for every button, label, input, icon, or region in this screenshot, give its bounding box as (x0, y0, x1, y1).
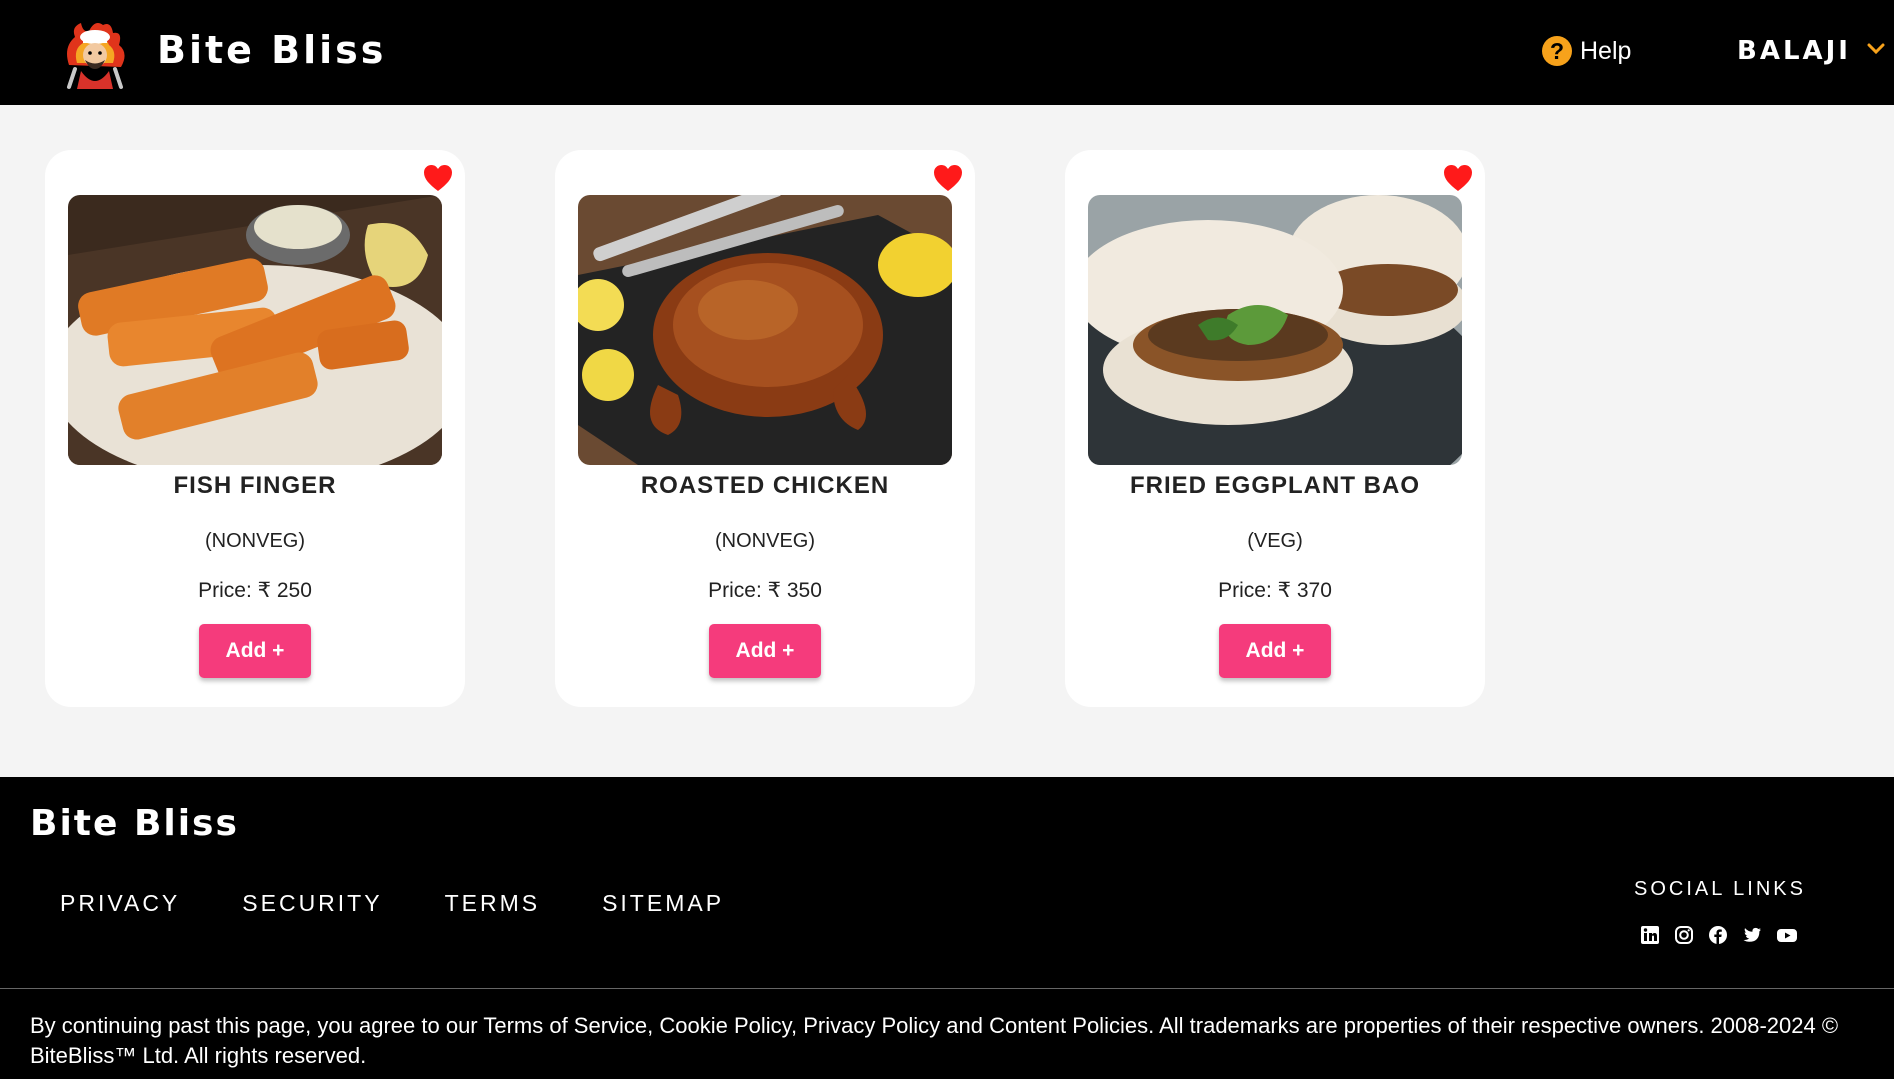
facebook-icon[interactable] (1708, 925, 1728, 945)
brand-name[interactable]: Bite Bliss (157, 28, 386, 72)
social-links-title: SOCIAL LINKS (1634, 878, 1806, 900)
footer-link-terms[interactable]: TERMS (445, 890, 541, 917)
product-name: ROASTED CHICKEN (640, 472, 890, 499)
user-menu[interactable]: BALAJI (1737, 36, 1885, 66)
heart-icon[interactable] (933, 164, 963, 192)
user-name: BALAJI (1737, 36, 1851, 66)
product-card: FISH FINGER (NONVEG) Price: ₹ 250 Add + (45, 150, 465, 707)
product-price: Price: ₹ 250 (198, 579, 312, 602)
footer-link-security[interactable]: SECURITY (242, 890, 382, 917)
footer: Bite Bliss PRIVACY SECURITY TERMS SITEMA… (0, 777, 1894, 1079)
linkedin-icon[interactable] (1640, 925, 1660, 945)
help-icon: ? (1542, 36, 1572, 66)
product-card: ROASTED CHICKEN (NONVEG) Price: ₹ 350 Ad… (555, 150, 975, 707)
product-card: FRIED EGGPLANT BAO (VEG) Price: ₹ 370 Ad… (1065, 150, 1485, 707)
product-type: (VEG) (1247, 530, 1303, 552)
youtube-icon[interactable] (1776, 925, 1797, 945)
footer-nav: PRIVACY SECURITY TERMS SITEMAP (60, 890, 724, 917)
legal-notice: By continuing past this page, you agree … (30, 1013, 1839, 1068)
heart-icon[interactable] (423, 164, 453, 192)
eggplant-bao-image (1088, 195, 1462, 465)
fish-finger-image (68, 195, 442, 465)
chevron-down-icon (1867, 42, 1885, 60)
product-price: Price: ₹ 350 (708, 579, 822, 602)
heart-icon[interactable] (1443, 164, 1473, 192)
add-to-cart-button[interactable]: Add + (709, 624, 821, 678)
product-type: (NONVEG) (715, 530, 815, 552)
help-label: Help (1580, 36, 1632, 65)
roasted-chicken-image (578, 195, 952, 465)
footer-link-privacy[interactable]: PRIVACY (60, 890, 180, 917)
product-name: FISH FINGER (173, 472, 337, 499)
add-to-cart-button[interactable]: Add + (199, 624, 311, 678)
help-link[interactable]: ? Help (1542, 36, 1631, 66)
footer-link-sitemap[interactable]: SITEMAP (602, 890, 724, 917)
product-price: Price: ₹ 370 (1218, 579, 1332, 602)
product-type: (NONVEG) (205, 530, 305, 552)
twitter-icon[interactable] (1742, 925, 1762, 945)
chef-logo-icon[interactable] (57, 17, 133, 93)
top-navbar: Bite Bliss ? Help BALAJI (0, 0, 1894, 105)
social-links (1640, 925, 1797, 945)
instagram-icon[interactable] (1674, 925, 1694, 945)
footer-brand[interactable]: Bite Bliss (30, 803, 239, 844)
add-to-cart-button[interactable]: Add + (1219, 624, 1331, 678)
footer-divider (0, 988, 1894, 989)
product-name: FRIED EGGPLANT BAO (1129, 472, 1420, 499)
